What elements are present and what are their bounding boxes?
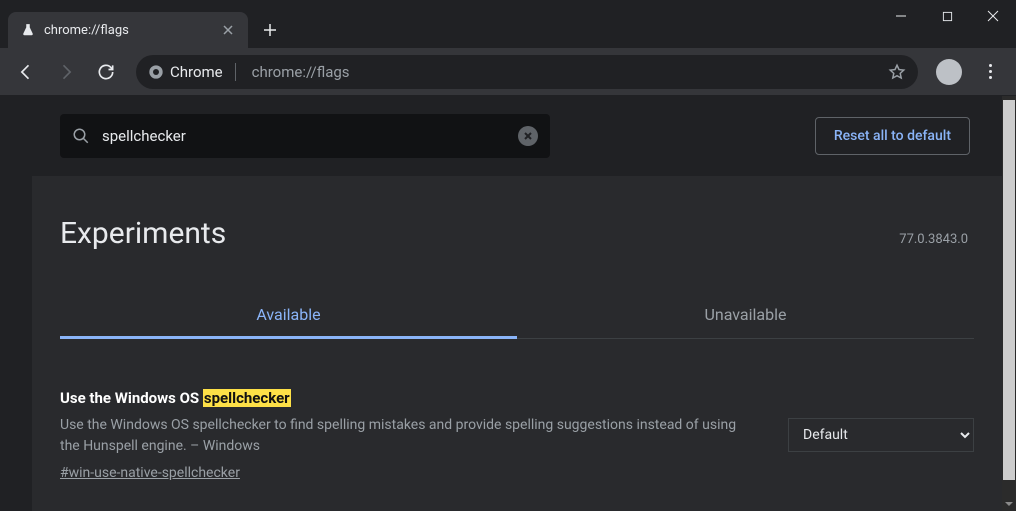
site-info-chip[interactable]: Chrome: [148, 63, 242, 81]
scroll-down-icon[interactable]: [1002, 497, 1016, 511]
url-scheme-label: Chrome: [170, 63, 223, 81]
flag-state-select[interactable]: Default: [788, 418, 974, 452]
page-viewport: Reset all to default Experiments 77.0.38…: [0, 96, 1002, 511]
flag-entry: Use the Windows OS spellchecker Use the …: [32, 339, 1002, 481]
window-controls: [878, 0, 1016, 40]
profile-avatar[interactable]: [936, 59, 962, 85]
version-text: 77.0.3843.0: [899, 232, 974, 247]
flags-tabs: Available Unavailable: [60, 291, 974, 339]
close-tab-icon[interactable]: [220, 22, 236, 38]
browser-tab[interactable]: chrome://flags: [8, 12, 248, 48]
scrollbar-thumb[interactable]: [1003, 100, 1015, 480]
tab-available[interactable]: Available: [60, 291, 517, 338]
tab-title: chrome://flags: [44, 23, 212, 38]
search-icon: [72, 127, 90, 145]
flag-anchor-link[interactable]: #win-use-native-spellchecker: [60, 465, 240, 481]
flag-title: Use the Windows OS spellchecker: [60, 389, 764, 407]
flags-search-input[interactable]: [102, 127, 506, 145]
vertical-scrollbar[interactable]: [1002, 96, 1016, 511]
minimize-button[interactable]: [878, 0, 924, 32]
titlebar: chrome://flags: [0, 0, 1016, 48]
back-button[interactable]: [8, 54, 44, 90]
flags-search-box[interactable]: [60, 114, 550, 158]
bookmark-star-icon[interactable]: [888, 63, 906, 81]
search-highlight: spellchecker: [203, 389, 291, 407]
reset-all-button[interactable]: Reset all to default: [815, 117, 970, 155]
page-title: Experiments: [60, 216, 226, 251]
url-text: chrome://flags: [252, 63, 878, 81]
omnibox[interactable]: Chrome chrome://flags: [136, 55, 918, 89]
page-content: Reset all to default Experiments 77.0.38…: [32, 96, 1002, 511]
clear-search-icon[interactable]: [518, 126, 538, 146]
search-band: Reset all to default: [0, 96, 1002, 176]
reload-button[interactable]: [88, 54, 124, 90]
new-tab-button[interactable]: [256, 16, 284, 44]
forward-button[interactable]: [48, 54, 84, 90]
close-window-button[interactable]: [970, 0, 1016, 32]
app-menu-button[interactable]: [972, 54, 1008, 90]
flag-description: Use the Windows OS spellchecker to find …: [60, 415, 740, 457]
tab-unavailable[interactable]: Unavailable: [517, 291, 974, 338]
maximize-button[interactable]: [924, 0, 970, 32]
chrome-icon: [148, 64, 164, 80]
toolbar: Chrome chrome://flags: [0, 48, 1016, 96]
flask-icon: [20, 22, 36, 38]
